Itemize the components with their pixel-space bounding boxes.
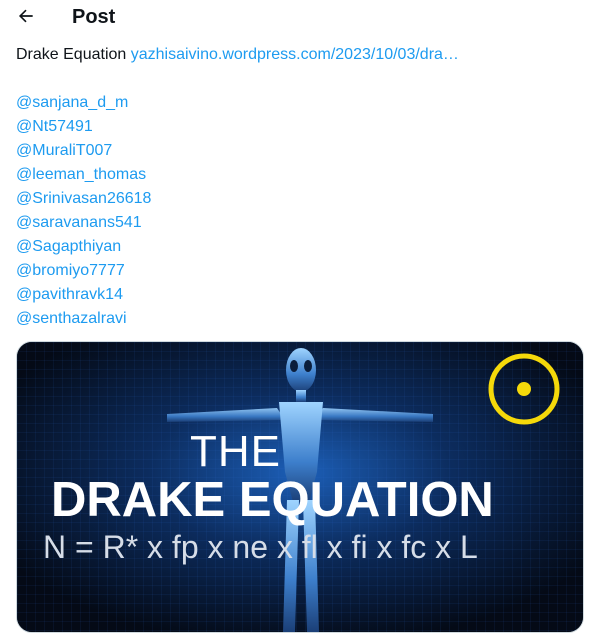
post-text: Drake Equation yazhisaivino.wordpress.co… <box>16 43 596 331</box>
post-link[interactable]: yazhisaivino.wordpress.com/2023/10/03/dr… <box>131 46 459 63</box>
scrollbar[interactable] <box>605 0 609 606</box>
post-media-image[interactable]: THE DRAKE EQUATION N = R* x fp x ne x fl… <box>16 341 584 633</box>
top-bar: Post <box>0 0 609 34</box>
mention-link[interactable]: @Srinivasan26618 <box>16 187 596 211</box>
artwork-title-line1: THE <box>190 427 281 476</box>
mention-link[interactable]: @sanjana_d_m <box>16 91 596 115</box>
mention-link[interactable]: @Nt57491 <box>16 115 596 139</box>
mention-link[interactable]: @senthazalravi <box>16 307 596 331</box>
mention-link[interactable]: @bromiyo7777 <box>16 259 596 283</box>
drake-equation-artwork: THE DRAKE EQUATION N = R* x fp x ne x fl… <box>17 342 583 632</box>
mention-link[interactable]: @Sagapthiyan <box>16 235 596 259</box>
post-intro-text: Drake Equation <box>16 46 127 63</box>
artwork-title-line2: DRAKE EQUATION <box>51 473 494 527</box>
post-first-line: Drake Equation yazhisaivino.wordpress.co… <box>16 43 596 67</box>
arrow-left-icon <box>18 9 33 23</box>
page-title: Post <box>72 6 116 28</box>
mention-link[interactable]: @leeman_thomas <box>16 163 596 187</box>
mention-link[interactable]: @saravanans541 <box>16 211 596 235</box>
mention-link[interactable]: @MuraliT007 <box>16 139 596 163</box>
back-button[interactable] <box>12 2 40 30</box>
artwork-formula: N = R* x fp x ne x fl x fi x fc x L <box>43 529 478 565</box>
mention-link[interactable]: @pavithravk14 <box>16 283 596 307</box>
